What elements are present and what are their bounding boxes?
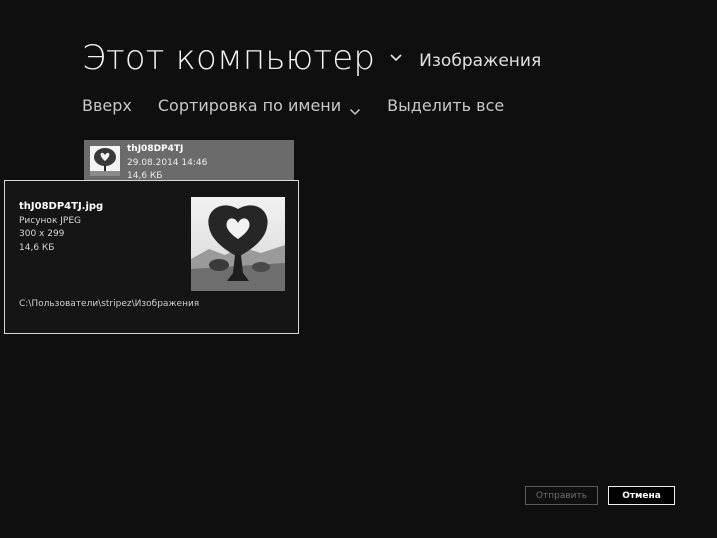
chevron-down-icon[interactable] (389, 49, 403, 62)
cancel-button[interactable]: Отмена (608, 486, 675, 505)
tooltip-filename: thJ08DP4TJ.jpg (19, 201, 104, 212)
send-button[interactable]: Отправить (525, 486, 598, 505)
tooltip-path: C:\Пользователи\stripez\Изображения (19, 299, 200, 309)
sort-dropdown[interactable]: Сортировка по имени (158, 96, 361, 115)
sort-dropdown-label: Сортировка по имени (157, 96, 342, 115)
select-all-button[interactable]: Выделить все (387, 96, 504, 115)
file-name: thJ08DP4TJ (127, 144, 184, 154)
up-button[interactable]: Вверх (82, 96, 132, 115)
tooltip-preview-image (191, 197, 285, 291)
file-thumbnail (90, 146, 120, 176)
tooltip-file-size: 14,6 КБ (19, 243, 55, 253)
file-tile[interactable]: thJ08DP4TJ 29.08.2014 14:46 14,6 КБ (84, 140, 294, 184)
tooltip-file-type: Рисунок JPEG (19, 216, 81, 226)
tooltip-dimensions: 300 x 299 (19, 229, 65, 239)
file-info-tooltip: thJ08DP4TJ.jpg Рисунок JPEG 300 x 299 14… (4, 180, 299, 334)
location-title[interactable]: Этот компьютер (82, 38, 375, 78)
command-bar: Вверх Сортировка по имени Выделить все (82, 96, 530, 115)
chevron-down-icon (349, 102, 361, 115)
file-date: 29.08.2014 14:46 (127, 158, 208, 168)
location-header: Этот компьютер Изображения (82, 38, 541, 78)
subfolder-name[interactable]: Изображения (419, 51, 541, 71)
up-button-label: Вверх (82, 96, 132, 115)
select-all-label: Выделить все (387, 96, 505, 115)
